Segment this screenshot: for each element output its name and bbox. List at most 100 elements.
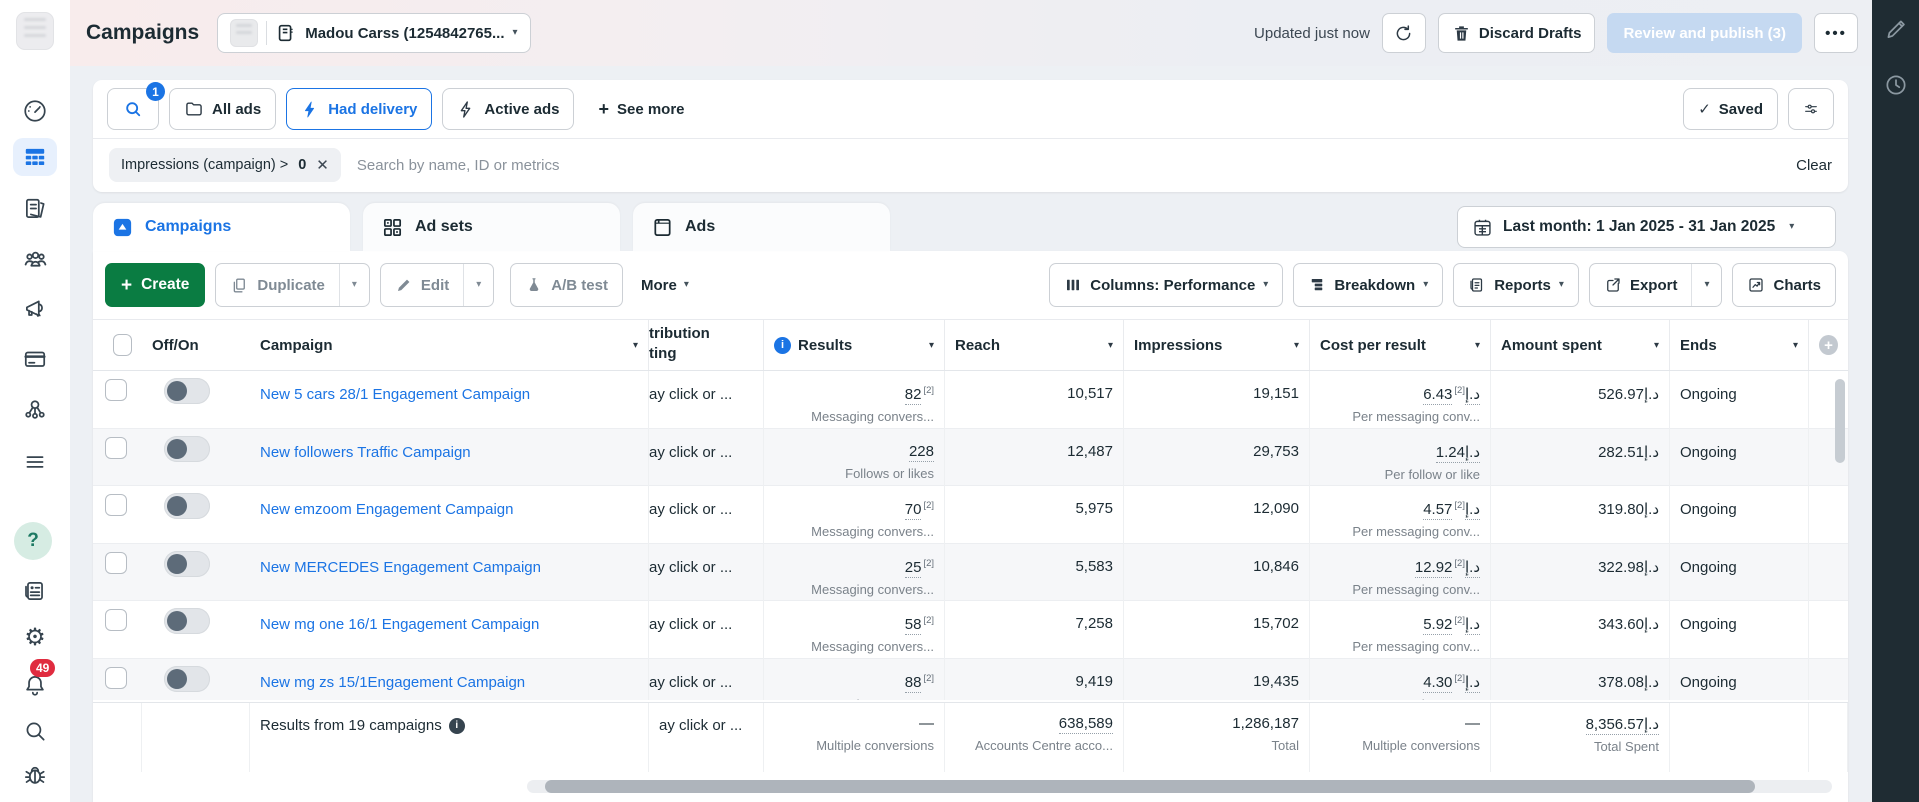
see-more-filters[interactable]: + See more bbox=[584, 88, 699, 130]
clear-filters-link[interactable]: Clear bbox=[1796, 157, 1832, 174]
ab-test-button[interactable]: A/B test bbox=[510, 263, 623, 307]
discard-drafts-button[interactable]: Discard Drafts bbox=[1437, 13, 1596, 53]
spent-cell-value: 282.51د.إ bbox=[1598, 443, 1659, 461]
updates-icon[interactable] bbox=[13, 572, 57, 610]
row-checkbox[interactable] bbox=[105, 609, 127, 631]
spent-cell: 282.51د.إ bbox=[1491, 428, 1670, 491]
settings-gear-icon[interactable]: ⚙ bbox=[13, 619, 57, 657]
active-filter-chip[interactable]: Impressions (campaign) > 0 ✕ bbox=[109, 148, 341, 182]
duplicate-caret[interactable]: ▾ bbox=[338, 264, 369, 306]
see-more-label: See more bbox=[616, 100, 685, 118]
sort-caret[interactable]: ▾ bbox=[1654, 340, 1659, 351]
had-delivery-filter[interactable]: Had delivery bbox=[286, 88, 433, 130]
search-input[interactable] bbox=[354, 155, 1783, 175]
info-icon[interactable]: i bbox=[774, 336, 791, 354]
vertical-scrollbar-thumb[interactable] bbox=[1835, 379, 1845, 463]
spent-cell: 322.98د.إ bbox=[1491, 543, 1670, 606]
sort-caret[interactable]: ▾ bbox=[1108, 340, 1113, 351]
reports-button[interactable]: Reports ▾ bbox=[1453, 263, 1579, 307]
account-name: Madou Carss (1254842765... bbox=[305, 24, 505, 42]
export-split-button[interactable]: Export ▾ bbox=[1588, 263, 1723, 307]
ads-reporting-icon[interactable] bbox=[13, 190, 57, 228]
row-checkbox[interactable] bbox=[105, 379, 127, 401]
columns-button[interactable]: Columns: Performance ▾ bbox=[1049, 263, 1284, 307]
audiences-icon[interactable] bbox=[13, 240, 57, 278]
advertise-icon[interactable] bbox=[13, 290, 57, 328]
active-ads-filter[interactable]: Active ads bbox=[442, 88, 575, 130]
sort-caret[interactable]: ▾ bbox=[633, 340, 638, 351]
billing-icon[interactable] bbox=[13, 340, 57, 378]
export-caret[interactable]: ▾ bbox=[1691, 264, 1721, 306]
review-publish-button[interactable]: Review and publish (3) bbox=[1607, 13, 1802, 53]
edit-caret[interactable]: ▾ bbox=[463, 264, 493, 306]
row-checkbox[interactable] bbox=[105, 551, 127, 574]
horizontal-scrollbar-track[interactable] bbox=[527, 780, 1832, 793]
campaign-toggle[interactable] bbox=[164, 550, 210, 577]
tab-ad-sets[interactable]: Ad sets bbox=[363, 203, 620, 251]
campaigns-nav-icon[interactable] bbox=[13, 138, 57, 176]
sort-caret[interactable]: ▾ bbox=[1294, 340, 1299, 351]
report-bug-icon[interactable] bbox=[13, 756, 57, 794]
campaign-link[interactable]: New 5 cars 28/1 Engagement Campaign bbox=[260, 386, 530, 403]
campaign-link[interactable]: New MERCEDES Engagement Campaign bbox=[260, 559, 541, 576]
history-clock-icon[interactable] bbox=[1883, 72, 1909, 98]
row-checkbox[interactable] bbox=[105, 666, 127, 689]
campaign-toggle[interactable] bbox=[164, 435, 210, 462]
results-cell: 228 Follows or likes bbox=[764, 428, 945, 491]
chevron-down-icon: ▾ bbox=[1423, 279, 1429, 290]
business-assets-icon[interactable] bbox=[13, 390, 57, 428]
summary-label: Results from 19 campaigns bbox=[260, 717, 442, 734]
campaign-link[interactable]: New mg one 16/1 Engagement Campaign bbox=[260, 616, 539, 633]
saved-filter-button[interactable]: 1 bbox=[107, 82, 165, 130]
select-cell bbox=[93, 659, 142, 701]
divider bbox=[266, 21, 268, 45]
edit-split-button[interactable]: Edit ▾ bbox=[379, 263, 495, 307]
account-selector[interactable]: Madou Carss (1254842765... ▾ bbox=[217, 13, 531, 53]
sort-caret[interactable]: ▾ bbox=[1475, 340, 1480, 351]
campaign-link[interactable]: New emzoom Engagement Campaign bbox=[260, 501, 513, 518]
campaign-toggle[interactable] bbox=[164, 665, 210, 692]
ends-cell: Ongoing bbox=[1670, 543, 1809, 606]
remove-filter-icon[interactable]: ✕ bbox=[316, 156, 329, 174]
col-reach: Reach ▾ bbox=[945, 320, 1124, 370]
date-range-selector[interactable]: Last month: 1 Jan 2025 - 31 Jan 2025 ▾ bbox=[1457, 206, 1836, 248]
duplicate-split-button[interactable]: Duplicate ▾ bbox=[215, 263, 370, 307]
select-all-checkbox[interactable] bbox=[113, 334, 132, 356]
refresh-button[interactable] bbox=[1381, 13, 1426, 53]
row-checkbox[interactable] bbox=[105, 494, 127, 516]
campaign-link[interactable]: New mg zs 15/1Engagement Campaign bbox=[260, 674, 525, 691]
sort-caret[interactable]: ▾ bbox=[1793, 340, 1798, 351]
all-tools-icon[interactable] bbox=[13, 443, 57, 481]
account-overview-icon[interactable] bbox=[13, 92, 57, 130]
campaign-toggle[interactable] bbox=[164, 378, 210, 404]
folder-icon bbox=[186, 102, 202, 116]
charts-button[interactable]: Charts bbox=[1732, 263, 1836, 307]
filter-chip-value: 0 bbox=[298, 157, 307, 173]
row-checkbox[interactable] bbox=[105, 436, 127, 459]
sort-caret[interactable]: ▾ bbox=[929, 340, 934, 351]
results-cell: 58 [2] Messaging convers... bbox=[764, 601, 945, 663]
table-row: New followers Traffic Campaign ay click o… bbox=[93, 428, 1848, 491]
tab-ads[interactable]: Ads bbox=[633, 203, 890, 251]
edit-pencil-icon[interactable] bbox=[1883, 16, 1909, 42]
create-button[interactable]: + Create bbox=[105, 263, 206, 307]
search-nav-icon[interactable] bbox=[13, 712, 57, 750]
impressions-cell: 19,151 bbox=[1124, 371, 1310, 433]
help-icon[interactable]: ? bbox=[14, 522, 52, 560]
campaign-toggle[interactable] bbox=[164, 493, 210, 519]
tab-campaigns[interactable]: Campaigns bbox=[93, 203, 350, 251]
horizontal-scrollbar-thumb[interactable] bbox=[545, 780, 1755, 793]
breakdown-button[interactable]: Breakdown ▾ bbox=[1293, 263, 1444, 307]
results-cell-value: 228 bbox=[908, 442, 934, 462]
info-icon[interactable]: i bbox=[448, 717, 465, 734]
saved-button[interactable]: ✓ Saved bbox=[1683, 88, 1778, 130]
campaign-toggle[interactable] bbox=[164, 608, 210, 634]
all-ads-filter[interactable]: All ads bbox=[169, 88, 277, 130]
more-button[interactable]: More ▾ bbox=[633, 277, 697, 294]
campaign-link[interactable]: New followers Traffic Campaign bbox=[260, 444, 471, 461]
ab-test-label: A/B test bbox=[551, 276, 608, 294]
more-options-button[interactable]: ••• bbox=[1814, 13, 1858, 53]
add-column-icon[interactable]: + bbox=[1819, 335, 1838, 355]
filter-settings-button[interactable] bbox=[1788, 88, 1834, 130]
results-cell-type: Messaging convers... bbox=[774, 697, 934, 701]
